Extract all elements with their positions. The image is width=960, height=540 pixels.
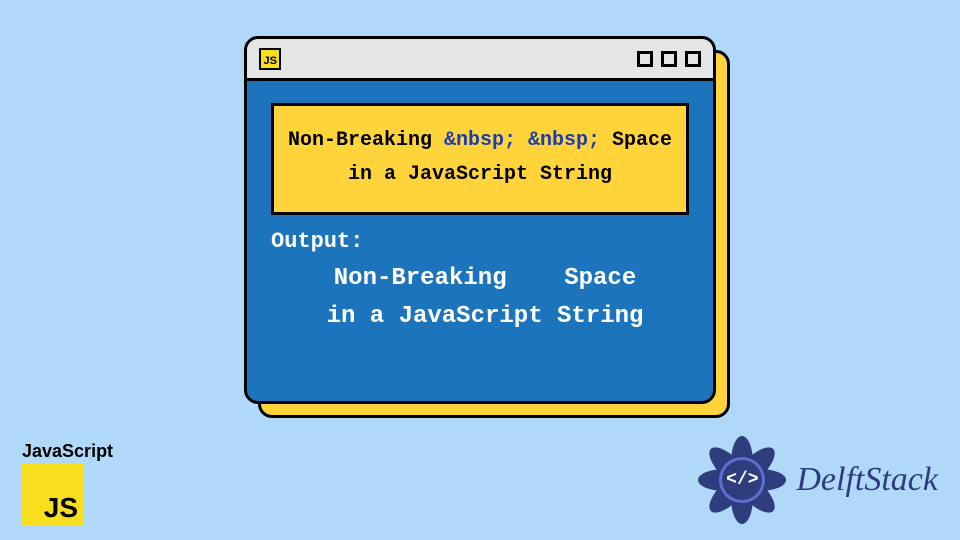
- code-text: [516, 129, 528, 152]
- output-block: Output: Non-Breaking Spacein a JavaScrip…: [271, 229, 689, 337]
- output-line-1: Non-Breaking Space: [281, 260, 689, 298]
- titlebar: JS: [247, 39, 713, 81]
- window: JS Non-Breaking &nbsp; &nbsp; Space in a…: [244, 36, 716, 404]
- nbsp-entity: &nbsp;: [444, 129, 516, 152]
- output-line-2: in a JavaScript String: [281, 298, 689, 336]
- code-card: Non-Breaking &nbsp; &nbsp; Space in a Ja…: [271, 103, 689, 215]
- js-icon: JS: [259, 48, 281, 70]
- nbsp-entity: &nbsp;: [528, 129, 600, 152]
- javascript-logo: JavaScript JS: [22, 441, 142, 526]
- delftstack-label: DelftStack: [796, 461, 938, 499]
- titlebar-right: [637, 51, 701, 67]
- code-text: Space: [600, 129, 672, 152]
- code-text: Non-Breaking: [288, 129, 444, 152]
- window-stage: JS Non-Breaking &nbsp; &nbsp; Space in a…: [244, 36, 716, 404]
- minimize-icon: [637, 51, 653, 67]
- code-line-1: Non-Breaking &nbsp; &nbsp; Space: [286, 124, 674, 158]
- close-icon: [685, 51, 701, 67]
- code-line-2: in a JavaScript String: [286, 158, 674, 192]
- delftstack-badge: </> DelftStack: [698, 436, 938, 524]
- output-body: Non-Breaking Spacein a JavaScript String: [271, 260, 689, 337]
- js-icon: JS: [22, 464, 84, 526]
- mandala-icon: </>: [698, 436, 786, 524]
- javascript-label: JavaScript: [22, 441, 142, 462]
- output-label: Output:: [271, 229, 689, 254]
- maximize-icon: [661, 51, 677, 67]
- titlebar-left: JS: [259, 48, 281, 70]
